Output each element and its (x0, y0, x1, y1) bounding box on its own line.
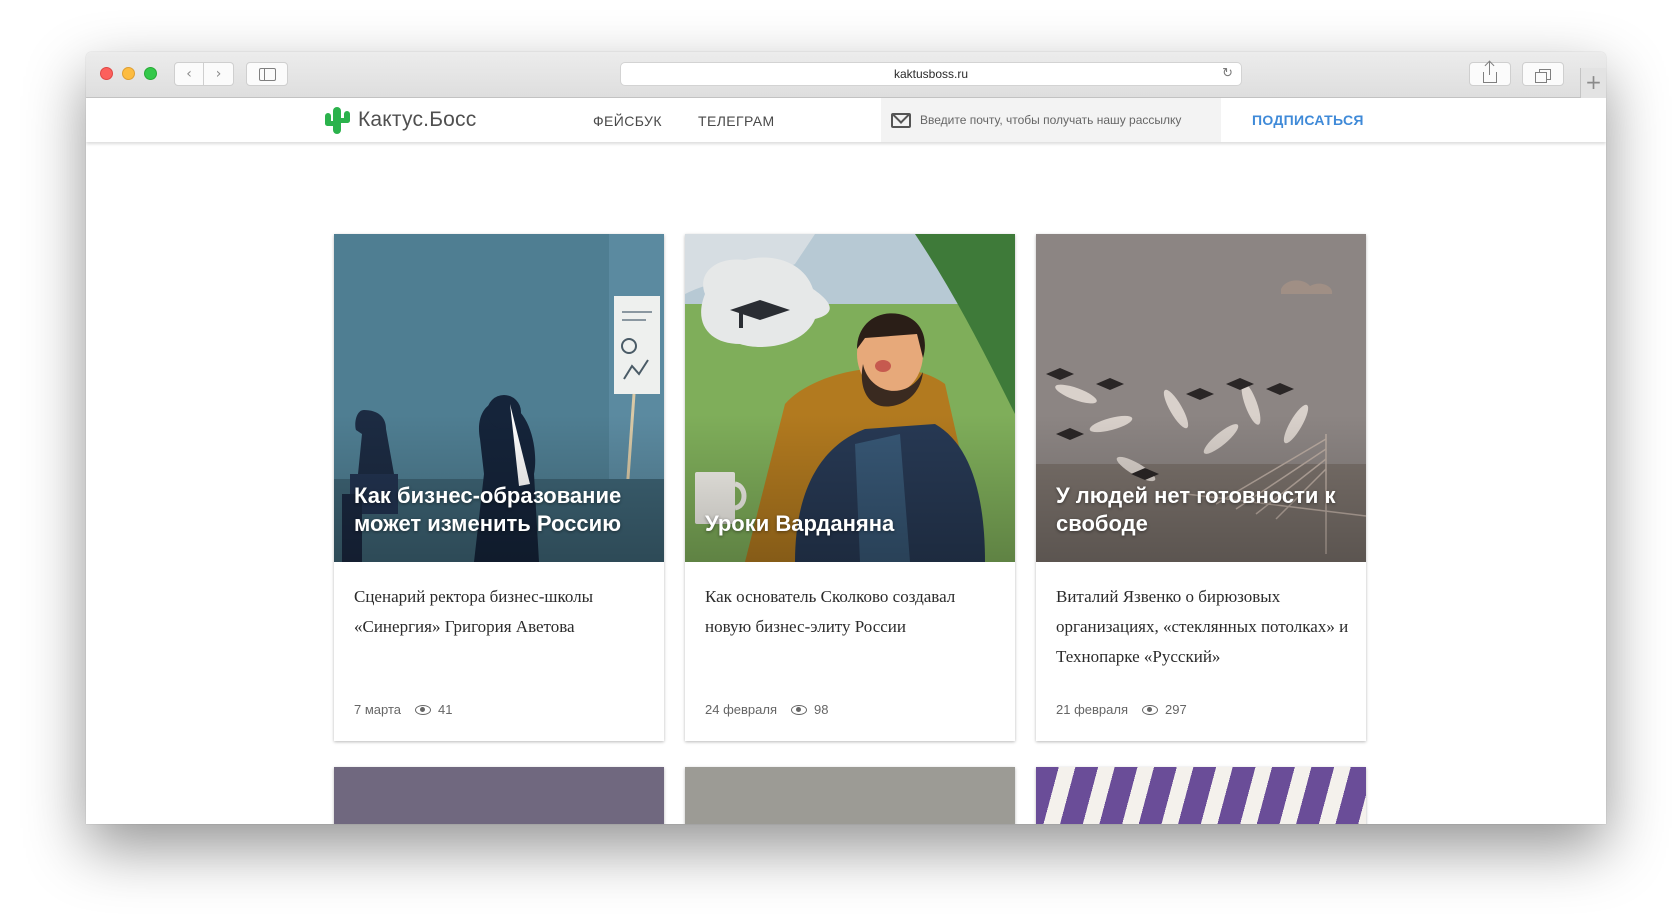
article-card[interactable]: Как бизнес-образование может изменить Ро… (334, 234, 664, 741)
logo-text: Кактус.Босс (358, 108, 477, 131)
site-header: Кактус.Босс ФЕЙСБУК ТЕЛЕГРАМ Введите поч… (86, 98, 1606, 142)
reload-icon[interactable]: ↻ (1222, 63, 1233, 85)
article-meta: 24 февраля 98 (705, 702, 828, 717)
article-title[interactable]: Уроки Варданяна (705, 510, 1005, 538)
article-date: 21 февраля (1056, 702, 1128, 717)
article-title[interactable]: У людей нет готовности к свободе (1056, 482, 1356, 538)
close-window-button[interactable] (100, 67, 113, 80)
article-views: 297 (1165, 702, 1187, 717)
subscribe-email-input[interactable]: Введите почту, чтобы получать нашу рассы… (881, 98, 1221, 142)
share-icon[interactable] (1469, 62, 1511, 86)
back-arrow-icon[interactable]: ‹ (174, 62, 204, 86)
article-image: Уроки Варданяна (685, 234, 1015, 562)
article-description: Виталий Язвенко о бирюзовых организациях… (1056, 587, 1349, 666)
article-card[interactable]: Уроки Варданяна Как основатель Сколково … (685, 234, 1015, 741)
article-meta: 21 февраля 297 (1056, 702, 1187, 717)
article-description: Сценарий ректора бизнес-школы «Синергия»… (354, 587, 594, 636)
tabs-icon[interactable] (1522, 62, 1564, 86)
subscribe-button[interactable]: ПОДПИСАТЬСЯ (1252, 112, 1364, 128)
article-image: Как бизнес-образование может изменить Ро… (334, 234, 664, 562)
address-bar[interactable]: kaktusboss.ru ↻ (620, 62, 1242, 86)
article-date: 24 февраля (705, 702, 777, 717)
browser-toolbar: ‹ › kaktusboss.ru ↻ + (86, 52, 1606, 98)
sidebar-icon[interactable] (246, 62, 288, 86)
forward-arrow-icon[interactable]: › (204, 62, 234, 86)
article-meta: 7 марта 41 (354, 702, 452, 717)
article-card-partial[interactable] (334, 767, 664, 824)
article-title[interactable]: Как бизнес-образование может изменить Ро… (354, 482, 654, 538)
subscribe-placeholder: Введите почту, чтобы получать нашу рассы… (920, 113, 1182, 127)
article-card[interactable]: У людей нет готовности к свободе Виталий… (1036, 234, 1366, 741)
eye-icon (1142, 704, 1158, 715)
page-content: Как бизнес-образование может изменить Ро… (86, 142, 1606, 824)
url-text: kaktusboss.ru (893, 67, 969, 81)
article-card-partial[interactable] (685, 767, 1015, 824)
eye-icon (415, 704, 431, 715)
article-image: У людей нет готовности к свободе (1036, 234, 1366, 562)
article-views: 41 (438, 702, 453, 717)
eye-icon (791, 704, 807, 715)
article-views: 98 (814, 702, 829, 717)
minimize-window-button[interactable] (122, 67, 135, 80)
article-date: 7 марта (354, 702, 401, 717)
cactus-logo-icon (325, 107, 350, 134)
zoom-window-button[interactable] (144, 67, 157, 80)
nav-telegram-link[interactable]: ТЕЛЕГРАМ (698, 113, 775, 129)
article-description: Как основатель Сколково создавал новую б… (705, 587, 956, 636)
new-tab-icon[interactable]: + (1580, 68, 1606, 98)
site-logo[interactable]: Кактус.Босс (322, 105, 476, 135)
nav-facebook-link[interactable]: ФЕЙСБУК (593, 113, 662, 129)
article-card-partial[interactable] (1036, 767, 1366, 824)
mail-icon (891, 112, 911, 128)
browser-window: ‹ › kaktusboss.ru ↻ + Кактус.Босс ФЕЙСБУ… (86, 52, 1606, 824)
